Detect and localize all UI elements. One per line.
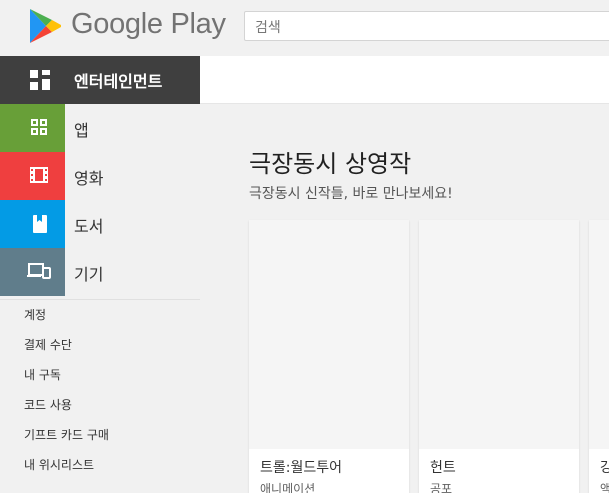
movie-poster[interactable] [249, 220, 409, 449]
google-play-logo-icon[interactable] [24, 6, 64, 46]
search-input[interactable]: 검색 [244, 11, 609, 41]
devices-icon [27, 263, 51, 279]
link-account[interactable]: 계정 [0, 300, 200, 330]
apps-tile [0, 104, 65, 152]
logo-text[interactable]: Google Play [71, 8, 226, 41]
account-links: 계정 결제 수단 내 구독 코드 사용 기프트 카드 구매 내 위시리스트 [0, 299, 200, 480]
sidebar-item-devices[interactable]: 기기 [0, 248, 200, 296]
sidebar-item-books-label: 도서 [74, 217, 104, 236]
search-placeholder: 검색 [255, 20, 281, 36]
sidebar-item-devices-label: 기기 [74, 265, 104, 284]
sidebar: 엔터테인먼트 앱 영화 도서 기기 계정 결제 수단 내 구독 코드 사용 기프… [0, 56, 200, 493]
movie-card[interactable]: 강 액 [589, 220, 609, 493]
link-redeem[interactable]: 코드 사용 [0, 390, 200, 420]
sidebar-item-apps-label: 앱 [74, 121, 89, 140]
devices-tile [0, 248, 65, 296]
header: Google Play 검색 [0, 0, 609, 56]
section-subtitle: 극장동시 신작들, 바로 만나보세요! [249, 186, 453, 202]
movies-tile [0, 152, 65, 200]
main-content: 극장동시 상영작 극장동시 신작들, 바로 만나보세요! 트롤:월드투어 애니메… [200, 104, 609, 493]
apps-icon [31, 119, 47, 135]
movie-poster[interactable] [419, 220, 579, 449]
movie-card[interactable]: 헌트 공포 [419, 220, 579, 493]
entertainment-grid-icon [30, 70, 50, 90]
link-subscriptions[interactable]: 내 구독 [0, 360, 200, 390]
link-buy-gift-card[interactable]: 기프트 카드 구매 [0, 420, 200, 450]
nav-entertainment[interactable]: 엔터테인먼트 [0, 56, 200, 104]
sidebar-item-movies[interactable]: 영화 [0, 152, 200, 200]
movie-poster[interactable] [589, 220, 609, 449]
movie-genre[interactable]: 애니메이션 [260, 480, 315, 493]
movie-genre[interactable]: 공포 [430, 480, 452, 493]
film-icon [30, 167, 48, 183]
movie-title[interactable]: 강 [600, 457, 609, 477]
movie-genre[interactable]: 액 [600, 480, 609, 493]
book-icon [33, 215, 47, 233]
link-payment-methods[interactable]: 결제 수단 [0, 330, 200, 360]
link-wishlist[interactable]: 내 위시리스트 [0, 450, 200, 480]
books-tile [0, 200, 65, 248]
movie-title[interactable]: 트롤:월드투어 [260, 457, 342, 477]
subnav-bar [200, 56, 609, 104]
movie-title[interactable]: 헌트 [430, 457, 456, 477]
sidebar-item-apps[interactable]: 앱 [0, 104, 200, 152]
sidebar-item-movies-label: 영화 [74, 169, 104, 188]
movie-card[interactable]: 트롤:월드투어 애니메이션 [249, 220, 409, 493]
section-title[interactable]: 극장동시 상영작 [249, 144, 411, 179]
nav-entertainment-label: 엔터테인먼트 [74, 72, 163, 91]
sidebar-item-books[interactable]: 도서 [0, 200, 200, 248]
